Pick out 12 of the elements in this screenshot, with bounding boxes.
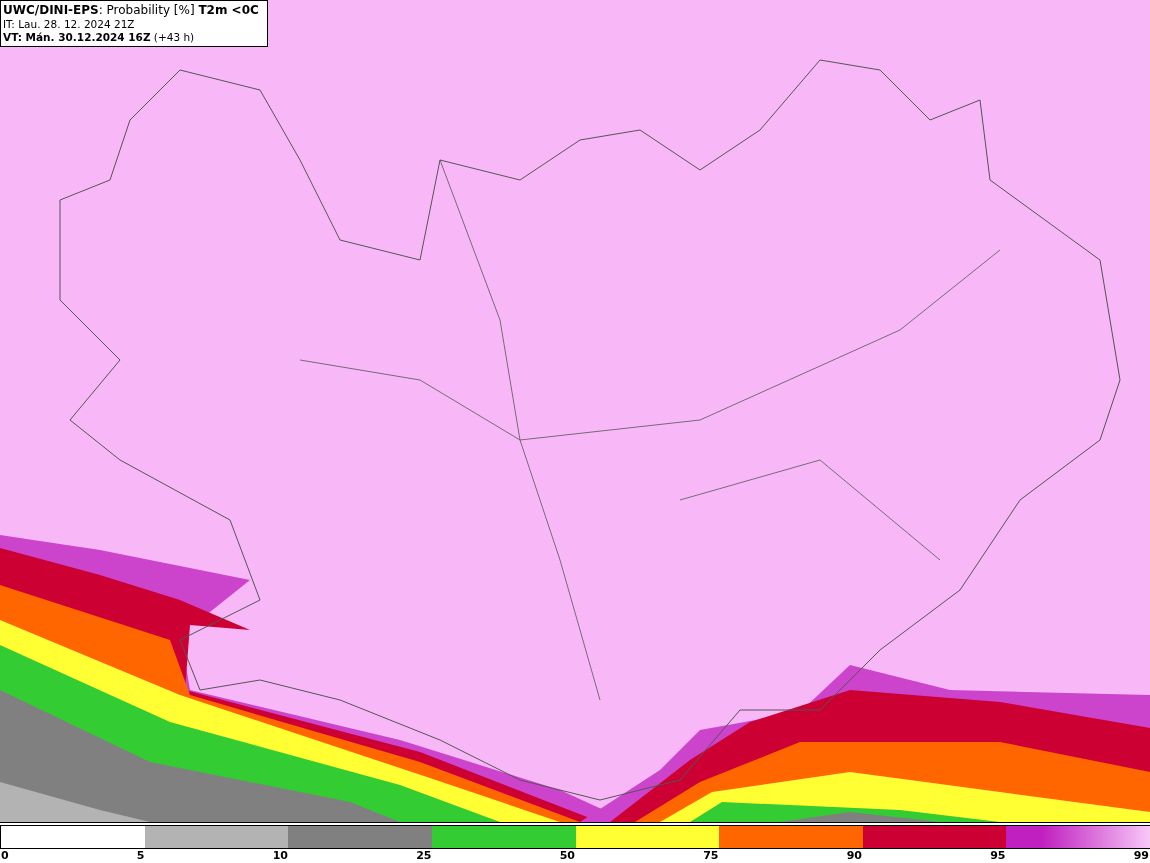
- colorbar-tick-label: 90: [846, 849, 862, 863]
- colorbar-tick-label: 0: [1, 849, 9, 863]
- valid-time: VT: Mán. 30.12.2024 16Z (+43 h): [3, 31, 196, 44]
- map-title: UWC/DINI-EPS: Probability [%] T2m <0C: [3, 3, 259, 18]
- colorbar-tick-label: 5: [136, 849, 145, 863]
- colorbar-tick-label: 75: [703, 849, 719, 863]
- colorbar-tick-label: 50: [559, 849, 575, 863]
- init-time: IT: Lau. 28. 12. 2024 21Z: [3, 18, 136, 31]
- colorbar-tick-label: 25: [416, 849, 432, 863]
- colorbar-tick-label: 99: [1133, 849, 1149, 863]
- colorbar-tick-label: 10: [272, 849, 288, 863]
- colorbar-tick-label: 95: [990, 849, 1006, 863]
